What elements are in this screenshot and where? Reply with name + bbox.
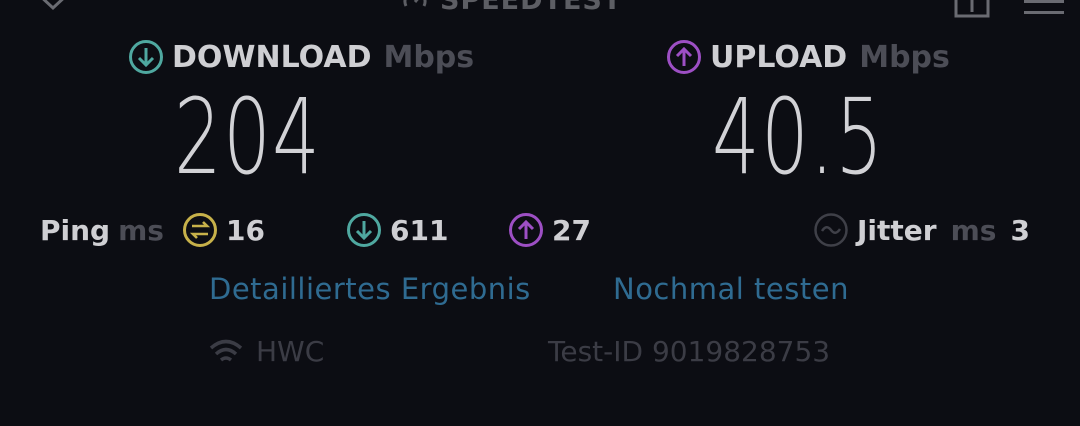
- jitter-unit: ms: [950, 213, 997, 247]
- app-title-text: SPEEDTEST: [440, 0, 623, 16]
- network-info: HWC: [208, 335, 324, 368]
- network-name: HWC: [256, 335, 325, 368]
- ping-unit: ms: [118, 213, 164, 247]
- ping-label: Ping: [40, 213, 111, 247]
- test-id: Test-ID 9019828753: [548, 335, 831, 368]
- ping-upload-value: 27: [552, 213, 591, 247]
- ping-download-icon: [347, 213, 381, 247]
- speedtest-logo-icon: [403, 0, 427, 7]
- download-arrow-icon: [129, 40, 163, 74]
- upload-value: 40.5: [712, 76, 885, 198]
- detailed-result-link[interactable]: Detailliertes Ergebnis: [209, 272, 531, 306]
- menu-icon[interactable]: [1024, 0, 1064, 16]
- upload-arrow-icon: [667, 40, 701, 74]
- wifi-icon: [209, 339, 243, 361]
- upload-unit: Mbps: [859, 39, 950, 75]
- ping-idle-icon: [183, 213, 217, 247]
- upload-header: UPLOAD Mbps: [666, 38, 950, 76]
- jitter-label: Jitter: [857, 213, 937, 247]
- retest-link[interactable]: Nochmal testen: [613, 272, 849, 306]
- download-unit: Mbps: [383, 39, 475, 75]
- share-icon[interactable]: [954, 0, 990, 18]
- ping-download-value: 611: [390, 213, 449, 247]
- download-header: DOWNLOAD Mbps: [128, 38, 474, 76]
- upload-label: UPLOAD: [710, 39, 848, 75]
- app-title: SPEEDTEST: [400, 0, 622, 16]
- ping-idle-value: 16: [226, 213, 265, 247]
- close-icon[interactable]: [36, 0, 70, 18]
- jitter-value: 3: [1010, 213, 1030, 247]
- jitter-group: Jitter ms 3: [813, 210, 1030, 250]
- ping-label-group: Ping ms: [40, 210, 164, 250]
- ping-download: 611: [346, 210, 448, 250]
- download-value: 204: [174, 76, 322, 198]
- ping-upload-icon: [509, 213, 543, 247]
- jitter-wave-icon: [814, 213, 848, 247]
- download-label: DOWNLOAD: [172, 39, 372, 75]
- ping-idle: 16: [182, 210, 265, 250]
- ping-upload: 27: [508, 210, 591, 250]
